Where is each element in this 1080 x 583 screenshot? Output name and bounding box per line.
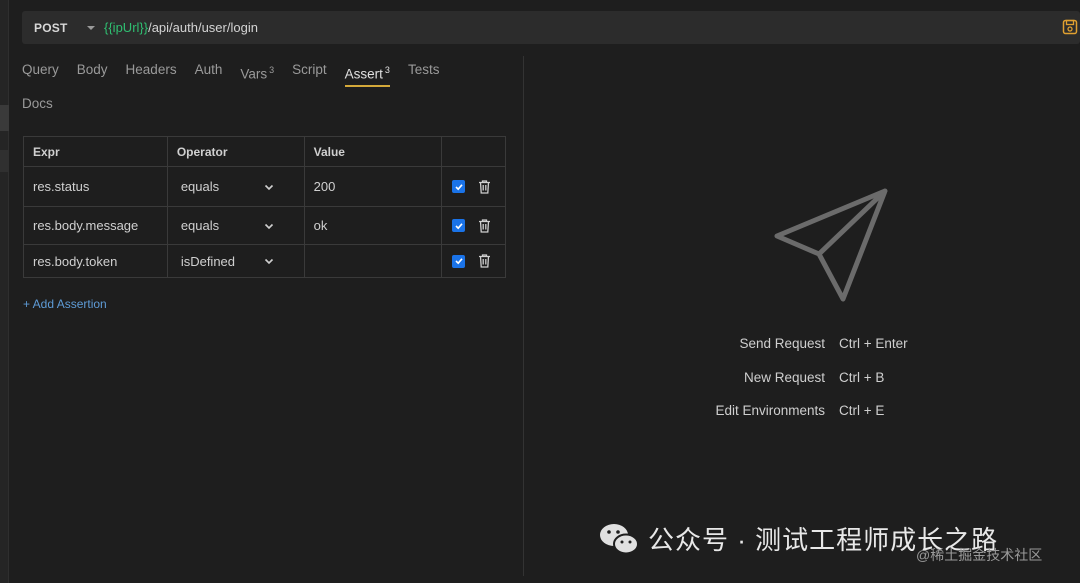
chevron-down-icon: [264, 258, 273, 265]
column-header-operator: Operator: [166, 136, 305, 167]
table-row: res.body.token isDefined: [23, 244, 506, 278]
request-url-bar: POST {{ipUrl}}/api/auth/user/login: [22, 11, 1080, 44]
url-path: /api/auth/user/login: [148, 20, 258, 35]
operator-value: equals: [180, 218, 220, 233]
tab-assert[interactable]: Assert 3: [344, 60, 391, 87]
value-input[interactable]: [303, 244, 443, 278]
tab-badge: 3: [384, 65, 390, 75]
tab-headers[interactable]: Headers: [126, 60, 177, 87]
chevron-down-icon[interactable]: [82, 11, 100, 44]
tab-body[interactable]: Body: [77, 60, 108, 87]
tab-row: Query Body Headers Auth Vars 3 Script Ass…: [22, 60, 502, 88]
tab-row-2: Docs: [22, 94, 71, 122]
url-input[interactable]: {{ipUrl}}/api/auth/user/login: [104, 20, 258, 35]
column-header-actions: [441, 136, 506, 167]
tab-badge: 3: [269, 65, 275, 75]
shortcut-hints: Send Request Ctrl + Enter New Request Ct…: [700, 336, 960, 437]
tab-vars[interactable]: Vars 3: [240, 60, 274, 87]
row-actions: [441, 206, 506, 245]
url-variable: {{ipUrl}}: [104, 20, 149, 35]
expr-input[interactable]: res.body.token: [23, 244, 168, 278]
shortcut-label: Edit Environments: [715, 403, 825, 418]
tab-script[interactable]: Script: [292, 60, 327, 87]
checkbox-icon[interactable]: [452, 254, 466, 268]
shortcut-keys: Ctrl + Enter: [839, 336, 908, 351]
tab-query[interactable]: Query: [22, 60, 59, 87]
operator-select[interactable]: equals: [166, 206, 305, 245]
column-header-expr: Expr: [23, 136, 168, 167]
operator-value: isDefined: [180, 253, 236, 269]
shortcut-keys: Ctrl + B: [839, 369, 885, 385]
save-icon[interactable]: [1062, 19, 1078, 35]
table-row: res.body.message equals ok: [23, 206, 506, 245]
value-input[interactable]: ok: [303, 206, 443, 245]
pane-divider[interactable]: [523, 56, 524, 576]
tab-tests[interactable]: Tests: [408, 60, 440, 87]
shortcut-row: Send Request Ctrl + Enter: [700, 336, 960, 370]
trash-icon[interactable]: [477, 253, 492, 269]
column-header-value: Value: [303, 136, 443, 167]
chevron-down-icon: [264, 184, 273, 190]
watermark-sub: @稀土掘金技术社区: [916, 547, 1043, 563]
paper-plane-icon: [772, 186, 890, 304]
sidebar-marker: [0, 150, 9, 172]
shortcut-label: Send Request: [739, 336, 825, 351]
request-tabs: Query Body Headers Auth Vars 3 Script Ass…: [22, 60, 502, 111]
left-sidebar-edge: [0, 0, 9, 583]
expr-input[interactable]: res.body.message: [23, 206, 168, 245]
expr-input[interactable]: res.status: [23, 166, 168, 207]
value-input[interactable]: 200: [303, 166, 443, 207]
operator-select[interactable]: equals: [166, 166, 305, 207]
operator-value: equals: [180, 179, 220, 194]
shortcut-row: Edit Environments Ctrl + E: [700, 403, 960, 437]
tab-auth[interactable]: Auth: [195, 60, 223, 87]
method-selector[interactable]: POST: [22, 21, 82, 35]
checkbox-icon[interactable]: [452, 180, 466, 193]
chevron-down-icon: [264, 223, 273, 229]
sidebar-selected-marker: [0, 105, 9, 131]
trash-icon[interactable]: [477, 218, 492, 234]
tab-docs[interactable]: Docs: [22, 94, 53, 121]
add-assertion-button[interactable]: + Add Assertion: [23, 297, 107, 311]
shortcut-label: New Request: [743, 369, 825, 385]
table-row: res.status equals 200: [23, 166, 506, 207]
wechat-icon: [598, 521, 640, 557]
shortcut-row: New Request Ctrl + B: [700, 370, 960, 404]
assertions-table: Expr Operator Value res.status equals 20…: [23, 136, 506, 278]
row-actions: [441, 166, 506, 207]
operator-select[interactable]: isDefined: [166, 244, 305, 278]
trash-icon[interactable]: [477, 179, 492, 195]
row-actions: [441, 244, 506, 278]
checkbox-icon[interactable]: [452, 219, 466, 232]
shortcut-keys: Ctrl + E: [839, 403, 885, 418]
